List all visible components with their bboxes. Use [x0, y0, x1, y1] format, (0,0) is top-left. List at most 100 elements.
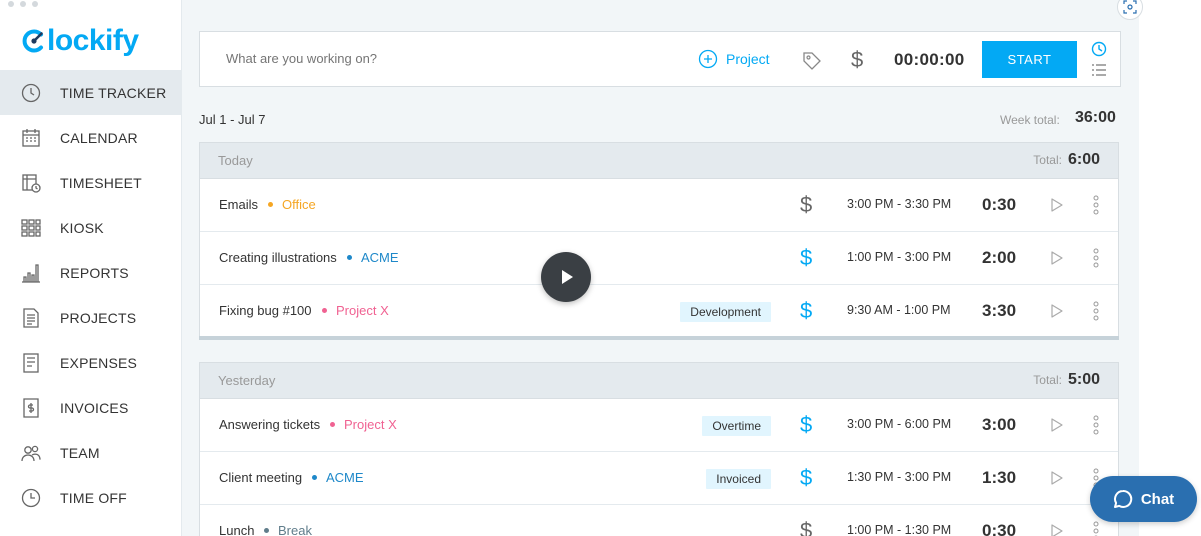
- sidebar-item-calendar[interactable]: CALENDAR: [0, 115, 182, 160]
- expenses-icon: [20, 352, 42, 374]
- more-options-icon[interactable]: [1093, 300, 1099, 322]
- day-total-label: Total:: [1033, 153, 1062, 167]
- sidebar-nav: TIME TRACKER CALENDAR TIMESHEET KIOSK REPORT…: [0, 70, 182, 520]
- entry-tag[interactable]: Invoiced: [706, 469, 771, 489]
- calendar-icon: [20, 127, 42, 149]
- entry-description[interactable]: Fixing bug #100: [219, 303, 312, 318]
- project-color-dot: [264, 528, 269, 533]
- entry-tag[interactable]: Development: [680, 302, 771, 322]
- billable-dollar-icon[interactable]: $: [800, 518, 812, 536]
- sidebar-item-label: KIOSK: [60, 219, 104, 236]
- project-color-dot: [322, 308, 327, 313]
- entry-duration[interactable]: 3:00: [982, 415, 1016, 435]
- more-options-icon[interactable]: [1093, 414, 1099, 436]
- entry-duration[interactable]: 1:30: [982, 468, 1016, 488]
- entry-duration[interactable]: 3:30: [982, 301, 1016, 321]
- time-entry-row: Creating illustrations ACME $1:00 PM - 3:0…: [200, 232, 1118, 285]
- entry-description[interactable]: Client meeting: [219, 470, 302, 485]
- sidebar-item-expenses[interactable]: EXPENSES: [0, 340, 182, 385]
- billable-dollar-icon[interactable]: $: [800, 412, 812, 438]
- play-entry-icon[interactable]: [1050, 303, 1064, 319]
- sidebar-item-projects[interactable]: PROJECTS: [0, 295, 182, 340]
- entry-project-label: ACME: [326, 470, 364, 485]
- billable-dollar-icon[interactable]: $: [800, 192, 812, 218]
- tag-icon[interactable]: [801, 50, 823, 72]
- sidebar-item-time-off[interactable]: TIME OFF: [0, 475, 182, 520]
- play-icon: [562, 270, 573, 284]
- sidebar-item-team[interactable]: TEAM: [0, 430, 182, 475]
- logo-text: lockify: [47, 24, 139, 57]
- sidebar: lockify TIME TRACKER CALENDAR TIMESHEET KIO…: [0, 0, 182, 536]
- entry-project[interactable]: Office: [268, 197, 316, 212]
- time-entry-row: Lunch Break $1:00 PM - 1:30 PM 0:30: [200, 505, 1118, 536]
- billable-toggle-icon[interactable]: $: [851, 47, 863, 73]
- day-group: Today Total: 6:00 Emails Office $3:00 PM - 3:…: [199, 142, 1119, 339]
- sidebar-item-label: REPORTS: [60, 264, 129, 281]
- sidebar-item-kiosk[interactable]: KIOSK: [0, 205, 182, 250]
- entry-project-label: Office: [282, 197, 316, 212]
- entry-time-range[interactable]: 9:30 AM - 1:00 PM: [847, 303, 951, 317]
- day-group: Yesterday Total: 5:00 Answering tickets Proj…: [199, 362, 1119, 536]
- entry-time-range[interactable]: 1:00 PM - 1:30 PM: [847, 523, 951, 536]
- sidebar-item-timesheet[interactable]: TIMESHEET: [0, 160, 182, 205]
- billable-dollar-icon[interactable]: $: [800, 465, 812, 491]
- entry-description[interactable]: Creating illustrations: [219, 250, 337, 265]
- sidebar-item-label: PROJECTS: [60, 309, 137, 326]
- project-color-dot: [268, 202, 273, 207]
- project-button-label: Project: [726, 51, 770, 67]
- timer-mode-clock-icon[interactable]: [1091, 41, 1107, 57]
- entry-duration[interactable]: 0:30: [982, 521, 1016, 536]
- entry-project[interactable]: ACME: [312, 470, 364, 485]
- day-total-value: 5:00: [1067, 371, 1100, 388]
- sidebar-item-time-tracker[interactable]: TIME TRACKER: [0, 70, 182, 115]
- plus-circle-icon: [698, 49, 718, 69]
- day-total-label: Total:: [1033, 373, 1062, 387]
- video-play-button[interactable]: [541, 252, 591, 302]
- entry-project-label: Project X: [344, 417, 397, 432]
- entry-description[interactable]: Answering tickets: [219, 417, 320, 432]
- more-options-icon[interactable]: [1093, 247, 1099, 269]
- day-total: Total: 5:00: [1033, 371, 1100, 389]
- project-picker-button[interactable]: Project: [698, 49, 770, 69]
- clockify-logo-icon: [22, 29, 43, 53]
- week-total-label: Week total:: [1000, 113, 1060, 127]
- timer-bar: Project $ 00:00:00 START: [199, 31, 1121, 87]
- entry-time-range[interactable]: 1:00 PM - 3:00 PM: [847, 250, 951, 264]
- entry-project[interactable]: Project X: [322, 303, 389, 318]
- entry-duration[interactable]: 2:00: [982, 248, 1016, 268]
- clockify-logo[interactable]: lockify: [22, 24, 139, 58]
- more-options-icon[interactable]: [1093, 194, 1099, 216]
- entry-tag[interactable]: Overtime: [702, 416, 771, 436]
- billable-dollar-icon[interactable]: $: [800, 245, 812, 271]
- entry-description[interactable]: Emails: [219, 197, 258, 212]
- entry-time-range[interactable]: 3:00 PM - 6:00 PM: [847, 417, 951, 431]
- sidebar-item-reports[interactable]: REPORTS: [0, 250, 182, 295]
- week-total-value: 36:00: [1075, 109, 1116, 126]
- play-entry-icon[interactable]: [1050, 523, 1064, 536]
- entry-duration[interactable]: 0:30: [982, 195, 1016, 215]
- play-entry-icon[interactable]: [1050, 417, 1064, 433]
- entry-project[interactable]: Project X: [330, 417, 397, 432]
- entry-description[interactable]: Lunch: [219, 523, 254, 536]
- project-color-dot: [347, 255, 352, 260]
- entry-time-range[interactable]: 1:30 PM - 3:00 PM: [847, 470, 951, 484]
- entry-project[interactable]: Break: [264, 523, 312, 536]
- start-button[interactable]: START: [982, 41, 1077, 78]
- sidebar-item-invoices[interactable]: INVOICES: [0, 385, 182, 430]
- play-entry-icon[interactable]: [1050, 470, 1064, 486]
- entry-project[interactable]: ACME: [347, 250, 399, 265]
- sidebar-item-label: TIME TRACKER: [60, 84, 167, 101]
- billable-dollar-icon[interactable]: $: [800, 298, 812, 324]
- play-entry-icon[interactable]: [1050, 250, 1064, 266]
- manual-mode-list-icon[interactable]: [1091, 63, 1107, 77]
- chat-bubble-icon: [1113, 489, 1133, 508]
- entry-project-label: Project X: [336, 303, 389, 318]
- sidebar-item-label: TIMESHEET: [60, 174, 142, 191]
- entry-time-range[interactable]: 3:00 PM - 3:30 PM: [847, 197, 951, 211]
- description-input[interactable]: [226, 51, 526, 66]
- play-entry-icon[interactable]: [1050, 197, 1064, 213]
- entry-project-label: Break: [278, 523, 312, 536]
- time-entry-row: Emails Office $3:00 PM - 3:30 PM 0:30: [200, 179, 1118, 232]
- more-options-icon[interactable]: [1093, 520, 1099, 536]
- chat-button[interactable]: Chat: [1090, 476, 1197, 522]
